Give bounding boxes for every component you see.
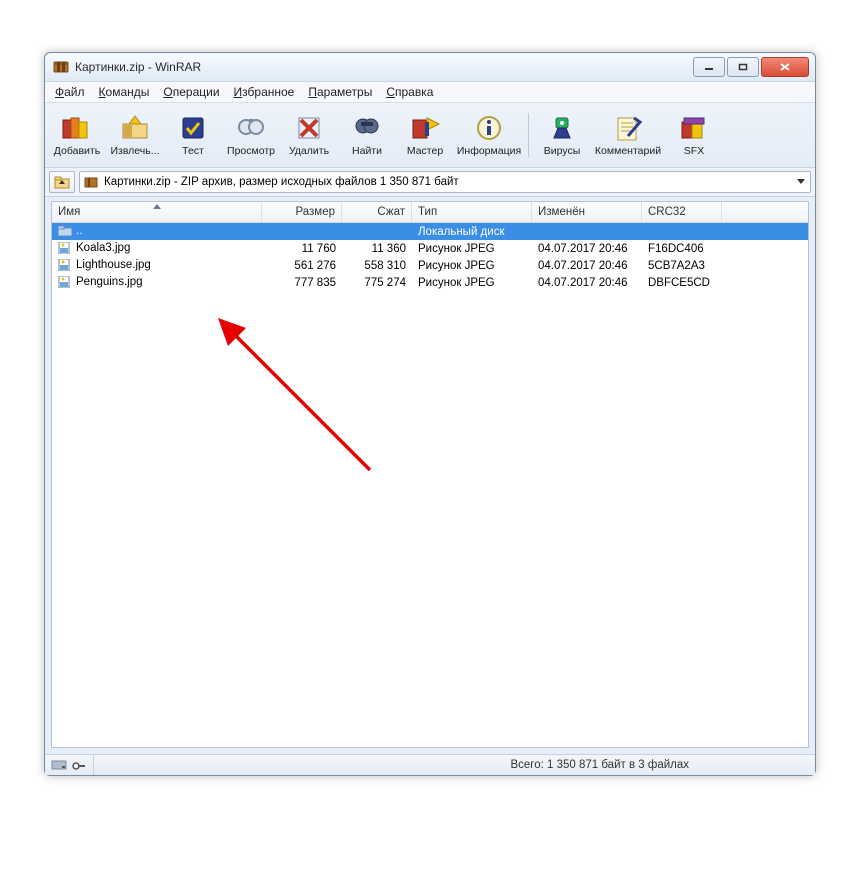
up-button[interactable]: [49, 171, 75, 193]
file-row[interactable]: Koala3.jpg11 76011 360Рисунок JPEG04.07.…: [52, 240, 808, 257]
sfx-icon: [678, 113, 710, 143]
column-header-modified[interactable]: Изменён: [532, 202, 642, 222]
tb-info-label: Информация: [457, 145, 521, 157]
column-header-type[interactable]: Тип: [412, 202, 532, 222]
column-header-name[interactable]: Имя: [52, 202, 262, 222]
cell-type: Рисунок JPEG: [412, 243, 532, 255]
image-file-icon: [58, 242, 72, 254]
menu-help[interactable]: Справка: [386, 85, 433, 99]
tb-wizard[interactable]: Мастер: [397, 109, 453, 161]
cell-crc: 5CB7A2A3: [642, 260, 722, 272]
tb-wizard-label: Мастер: [407, 145, 443, 157]
tb-comment-label: Комментарий: [595, 145, 661, 157]
lock-icon: [71, 759, 87, 771]
archive-icon: [84, 175, 98, 189]
statusbar: Всего: 1 350 871 байт в 3 файлах: [45, 754, 815, 775]
cell-packed: 775 274: [342, 277, 412, 289]
column-header-row: ИмяРазмерСжатТипИзменёнCRC32: [52, 202, 808, 223]
menu-tools[interactable]: Операции: [163, 85, 219, 99]
books-icon: [61, 113, 93, 143]
tb-sfx[interactable]: SFX: [666, 109, 722, 161]
cell-packed: 11 360: [342, 243, 412, 255]
tb-view[interactable]: Просмотр: [223, 109, 279, 161]
tb-find-label: Найти: [352, 145, 382, 157]
extract-icon: [119, 113, 151, 143]
cell-crc: F16DC406: [642, 243, 722, 255]
tb-virus[interactable]: Вирусы: [534, 109, 590, 161]
minimize-button[interactable]: [693, 57, 725, 77]
window-title: Картинки.zip - WinRAR: [75, 60, 201, 74]
close-button[interactable]: [761, 57, 809, 77]
cell-modified: 04.07.2017 20:46: [532, 260, 642, 272]
cell-size: 777 835: [262, 277, 342, 289]
file-row[interactable]: Lighthouse.jpg561 276558 310Рисунок JPEG…: [52, 257, 808, 274]
cell-name: ..: [52, 225, 262, 237]
cell-type: Локальный диск: [412, 226, 532, 238]
tb-delete-label: Удалить: [289, 145, 329, 157]
chevron-down-icon[interactable]: [794, 174, 808, 190]
column-header-crc[interactable]: CRC32: [642, 202, 722, 222]
wizard-icon: [409, 113, 441, 143]
cell-modified: 04.07.2017 20:46: [532, 243, 642, 255]
menu-favorites[interactable]: Избранное: [234, 85, 295, 99]
cell-name: Penguins.jpg: [52, 276, 262, 288]
titlebar: Картинки.zip - WinRAR: [45, 53, 815, 82]
column-header-size[interactable]: Размер: [262, 202, 342, 222]
tb-comment[interactable]: Комментарий: [592, 109, 664, 161]
tb-test-label: Тест: [182, 145, 204, 157]
file-list: ИмяРазмерСжатТипИзменёнCRC32 .. Локальный…: [51, 201, 809, 748]
tb-info[interactable]: Информация: [455, 109, 523, 161]
tb-add-label: Добавить: [54, 145, 100, 157]
tb-extract[interactable]: Извлечь...: [107, 109, 163, 161]
file-row[interactable]: Penguins.jpg777 835775 274Рисунок JPEG04…: [52, 274, 808, 291]
cell-size: 11 760: [262, 243, 342, 255]
sort-asc-icon: [153, 204, 161, 209]
pathbar: Картинки.zip - ZIP архив, размер исходны…: [45, 168, 815, 197]
parent-dir-row[interactable]: .. Локальный диск: [52, 223, 808, 240]
maximize-button[interactable]: [727, 57, 759, 77]
cell-modified: 04.07.2017 20:46: [532, 277, 642, 289]
menubar: Файл Команды Операции Избранное Параметр…: [45, 82, 815, 103]
toolbar: Добавить Извлечь... Тест Просмотр: [45, 103, 815, 168]
tb-add[interactable]: Добавить: [49, 109, 105, 161]
menu-file[interactable]: Файл: [55, 85, 85, 99]
cell-name: Lighthouse.jpg: [52, 259, 262, 271]
tb-extract-label: Извлечь...: [110, 145, 159, 157]
cell-size: 561 276: [262, 260, 342, 272]
file-rows: ..Локальный дискKoala3.jpg11 76011 360Ри…: [52, 223, 808, 747]
delete-icon: [293, 113, 325, 143]
menu-commands[interactable]: Команды: [99, 85, 150, 99]
image-file-icon: [58, 259, 72, 271]
tb-test[interactable]: Тест: [165, 109, 221, 161]
virus-icon: [546, 113, 578, 143]
folder-icon: [58, 225, 72, 237]
test-icon: [177, 113, 209, 143]
cell-crc: DBFCE5CD: [642, 277, 722, 289]
tb-virus-label: Вирусы: [544, 145, 581, 157]
winrar-window: Картинки.zip - WinRAR Файл Команды Опера…: [44, 52, 816, 776]
view-icon: [235, 113, 267, 143]
status-total: Всего: 1 350 871 байт в 3 файлах: [510, 759, 689, 771]
find-icon: [351, 113, 383, 143]
tb-delete[interactable]: Удалить: [281, 109, 337, 161]
tb-find[interactable]: Найти: [339, 109, 395, 161]
disk-icon: [51, 759, 67, 771]
tb-sfx-label: SFX: [684, 145, 704, 157]
image-file-icon: [58, 276, 72, 288]
path-text: Картинки.zip - ZIP архив, размер исходны…: [104, 176, 459, 188]
cell-name: Koala3.jpg: [52, 242, 262, 254]
cell-type: Рисунок JPEG: [412, 277, 532, 289]
path-combo[interactable]: Картинки.zip - ZIP архив, размер исходны…: [79, 171, 811, 193]
info-icon: [473, 113, 505, 143]
app-icon: [53, 59, 69, 75]
tb-view-label: Просмотр: [227, 145, 275, 157]
toolbar-separator: [528, 113, 529, 157]
comment-icon: [612, 113, 644, 143]
menu-options[interactable]: Параметры: [308, 85, 372, 99]
cell-packed: 558 310: [342, 260, 412, 272]
cell-type: Рисунок JPEG: [412, 260, 532, 272]
column-header-packed[interactable]: Сжат: [342, 202, 412, 222]
